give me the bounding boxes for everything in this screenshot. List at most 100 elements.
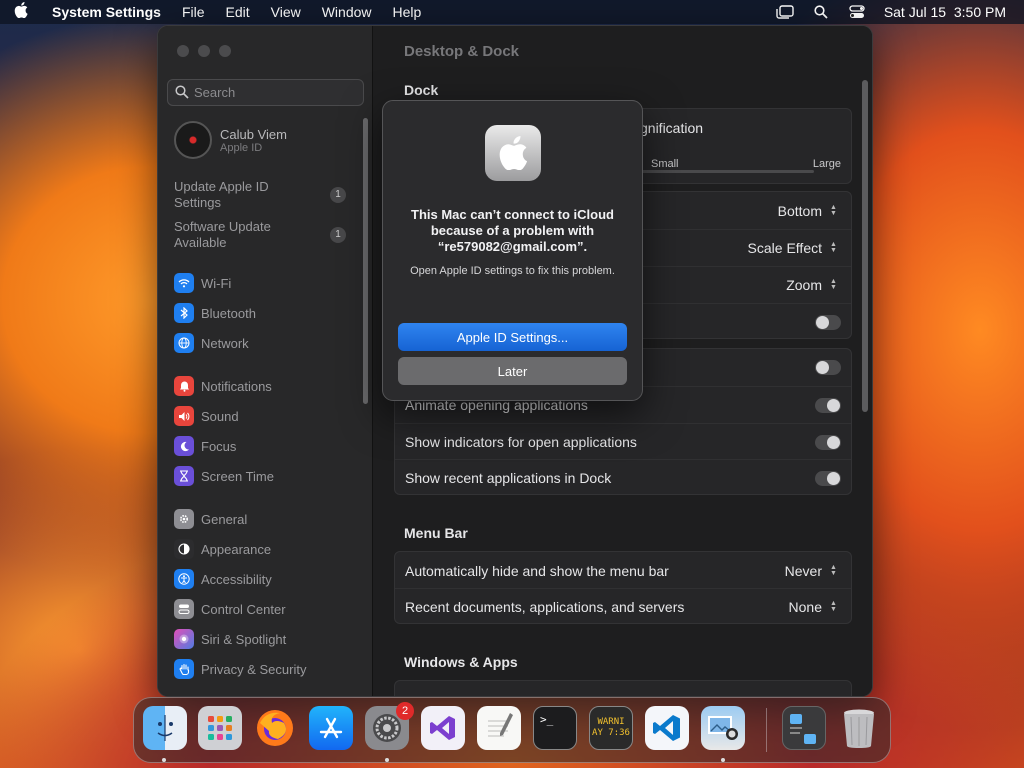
sidebar: Search Calub Viem Apple ID Update Apple … [158, 26, 373, 696]
terminal-prompt: >_ [540, 713, 554, 726]
hand-icon [174, 659, 194, 679]
alert-message: Open Apple ID settings to fix this probl… [410, 265, 615, 277]
firefox-icon[interactable] [253, 706, 297, 750]
downloads-stack-icon[interactable] [782, 706, 826, 750]
sidebar-alert-software-update[interactable]: Software Update Available 1 [174, 219, 346, 251]
menu-window[interactable]: Window [322, 4, 372, 20]
menu-file[interactable]: File [182, 4, 205, 20]
bluetooth-icon [174, 303, 194, 323]
close-button[interactable] [177, 45, 189, 57]
sidebar-item-appearance[interactable]: Appearance [174, 539, 271, 559]
terminal-icon[interactable]: >_ [533, 706, 577, 750]
sidebar-alert-apple-id[interactable]: Update Apple ID Settings 1 [174, 179, 346, 211]
sidebar-item-notifications[interactable]: Notifications [174, 376, 272, 396]
menu-edit[interactable]: Edit [226, 4, 250, 20]
control-center-icon[interactable] [848, 4, 866, 20]
app-store-icon[interactable] [309, 706, 353, 750]
position-value: Bottom [777, 202, 822, 219]
slider-max-label: Large [812, 158, 841, 170]
visual-studio-icon[interactable] [421, 706, 465, 750]
indicators-toggle[interactable] [815, 434, 841, 450]
autohide-menubar-row: Automatically hide and show the menu bar… [395, 552, 851, 589]
indicators-label: Show indicators for open applications [405, 434, 637, 450]
clock[interactable]: Sat Jul 15 3:50 PM [884, 4, 1006, 20]
content-scrollbar[interactable] [862, 80, 868, 412]
magnification-slider[interactable] [624, 170, 814, 173]
finder-icon[interactable] [143, 706, 187, 750]
stepper-icon: ▲ ▼ [830, 278, 837, 291]
sidebar-item-network[interactable]: Network [174, 333, 249, 353]
minimize-effect-popup[interactable]: Scale Effect ▲ ▼ [748, 240, 839, 256]
search-placeholder: Search [194, 85, 236, 100]
textedit-icon[interactable] [477, 706, 521, 750]
slider-min-label: Small [651, 158, 679, 170]
sidebar-item-focus[interactable]: Focus [174, 436, 236, 456]
count-badge: 1 [330, 227, 346, 243]
dock: 2 >_ WARNI AY 7:36 [133, 697, 891, 763]
recent-docs-row: Recent documents, applications, and serv… [395, 588, 851, 625]
launchpad-icon[interactable] [198, 706, 242, 750]
wifi-icon [174, 273, 194, 293]
minimize-button[interactable] [198, 45, 210, 57]
appearance-icon [174, 539, 194, 559]
recent-apps-label: Show recent applications in Dock [405, 470, 612, 486]
stepper-icon: ▲ ▼ [830, 241, 837, 254]
sidebar-item-accessibility[interactable]: Accessibility [174, 569, 272, 589]
preview-icon[interactable] [701, 706, 745, 750]
menu-help[interactable]: Help [393, 4, 422, 20]
search-field[interactable]: Search [167, 79, 364, 106]
app-name-menu[interactable]: System Settings [52, 4, 161, 20]
sidebar-item-label: Siri & Spotlight [201, 631, 287, 647]
section-title-menu-bar: Menu Bar [404, 525, 468, 541]
sidebar-item-label: Privacy & Security [201, 661, 307, 677]
avatar [174, 121, 212, 159]
sidebar-item-label: Network [201, 335, 249, 351]
stepper-icon: ▲ ▼ [830, 563, 837, 577]
later-button[interactable]: Later [398, 357, 627, 385]
vscode-icon[interactable] [645, 706, 689, 750]
spotlight-search-icon[interactable] [812, 4, 830, 20]
alert-title: This Mac can’t connect to iCloud because… [411, 207, 614, 254]
apple-id-profile[interactable]: Calub Viem Apple ID [174, 121, 287, 159]
hourglass-icon [174, 466, 194, 486]
sidebar-scrollbar[interactable] [363, 118, 368, 404]
autohide-menubar-label: Automatically hide and show the menu bar [405, 562, 669, 579]
stepper-icon: ▲ ▼ [830, 203, 837, 217]
sidebar-item-screen-time[interactable]: Screen Time [174, 466, 274, 486]
double-click-popup[interactable]: Zoom ▲ ▼ [786, 277, 839, 293]
profile-subtitle: Apple ID [220, 141, 263, 154]
sidebar-alert-label: Update Apple ID Settings [174, 179, 269, 210]
apple-menu-icon[interactable] [14, 1, 42, 23]
sidebar-item-wifi[interactable]: Wi-Fi [174, 273, 231, 293]
window-controls [177, 45, 231, 57]
gear-icon [174, 509, 194, 529]
stage-manager-icon[interactable] [776, 4, 794, 20]
sidebar-item-bluetooth[interactable]: Bluetooth [174, 303, 256, 323]
sidebar-item-label: Screen Time [201, 468, 274, 484]
sidebar-item-control-center[interactable]: Control Center [174, 599, 286, 619]
console-icon[interactable]: WARNI AY 7:36 [589, 706, 633, 750]
sidebar-item-sound[interactable]: Sound [174, 406, 239, 426]
sidebar-alert-label: Software Update Available [174, 219, 271, 250]
animate-toggle[interactable] [815, 397, 841, 413]
menu-view[interactable]: View [271, 4, 301, 20]
double-click-value: Zoom [786, 277, 822, 293]
autohide-menubar-popup[interactable]: Never ▲ ▼ [785, 563, 839, 579]
zoom-button[interactable] [219, 45, 231, 57]
sidebar-item-siri-spotlight[interactable]: Siri & Spotlight [174, 629, 286, 649]
minimize-into-icon-toggle[interactable] [815, 314, 841, 330]
apple-id-settings-button[interactable]: Apple ID Settings... [398, 323, 627, 351]
speaker-icon [174, 406, 194, 426]
bell-icon [174, 376, 194, 396]
autohide-dock-toggle[interactable] [815, 360, 841, 375]
accessibility-icon [174, 569, 194, 589]
sidebar-item-privacy-security[interactable]: Privacy & Security [174, 659, 306, 679]
trash-icon[interactable] [837, 706, 881, 750]
sidebar-item-label: General [201, 511, 248, 527]
position-popup[interactable]: Bottom ▲ ▼ [778, 203, 839, 219]
recent-docs-popup[interactable]: None ▲ ▼ [789, 599, 839, 615]
running-indicator [721, 758, 725, 762]
recent-apps-toggle[interactable] [815, 470, 841, 486]
menu-bar: System Settings File Edit View Window He… [0, 0, 1024, 24]
sidebar-item-general[interactable]: General [174, 509, 247, 529]
